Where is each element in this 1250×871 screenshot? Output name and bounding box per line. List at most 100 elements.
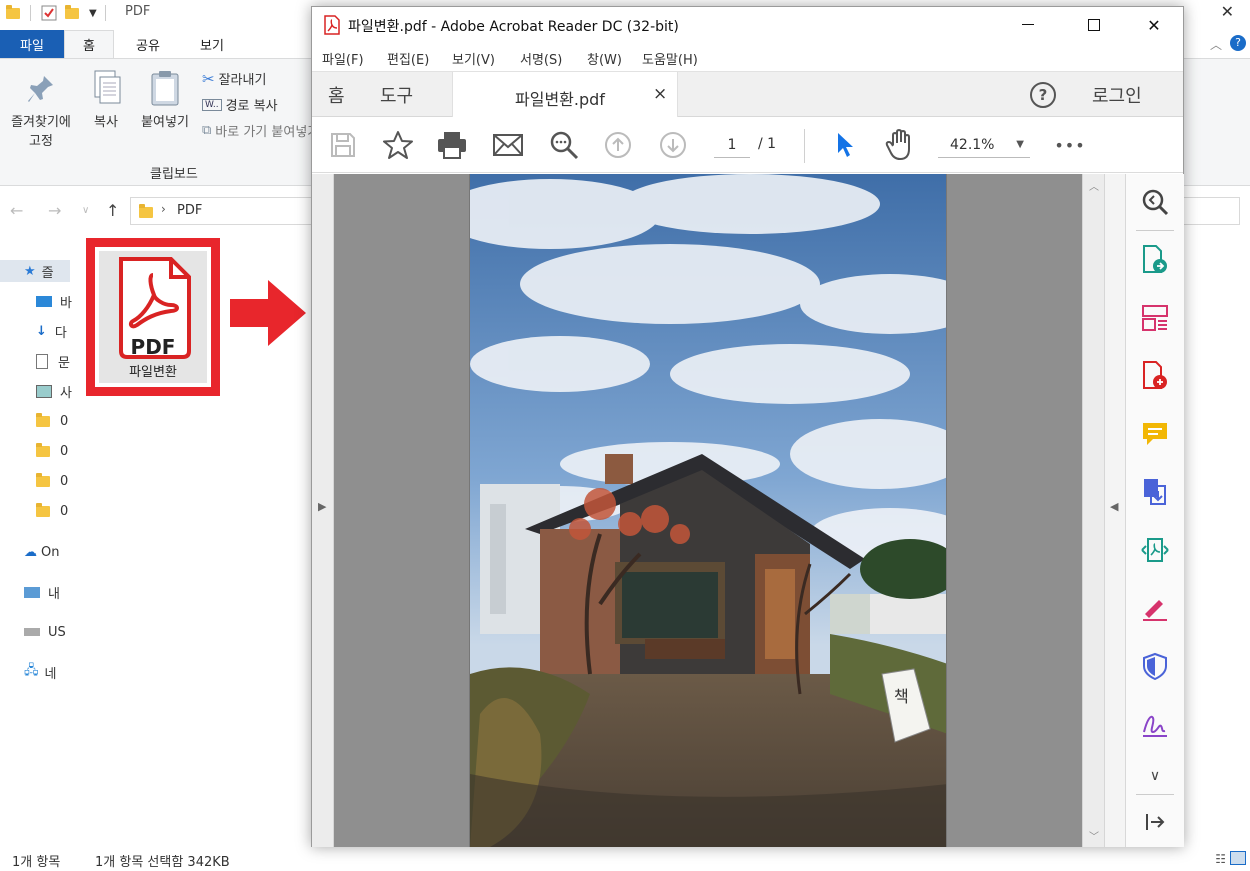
nav-label: 네 — [44, 666, 57, 682]
nav-item-pictures[interactable]: 사 — [36, 380, 72, 402]
zoom-search-icon[interactable] — [1137, 184, 1173, 220]
more-options-icon[interactable]: ••• — [1054, 129, 1086, 161]
pdf-file-item[interactable]: PDF 파일변환 — [99, 251, 207, 383]
cut-button[interactable]: ✂ 잘라내기 — [202, 69, 266, 89]
chevron-down-icon[interactable]: ∨ — [1137, 758, 1173, 794]
create-pdf-icon[interactable] — [1137, 358, 1173, 394]
page-number-input[interactable]: 1 — [714, 132, 750, 158]
request-signature-icon[interactable] — [1137, 706, 1173, 742]
explorer-title: PDF — [125, 4, 151, 19]
copy-path-label: 경로 복사 — [225, 99, 278, 114]
print-icon[interactable] — [436, 129, 468, 161]
tab-home[interactable]: 홈 — [64, 30, 114, 58]
comment-icon[interactable] — [1137, 416, 1173, 452]
breadcrumb[interactable]: PDF — [177, 203, 202, 218]
next-page-icon[interactable] — [657, 129, 689, 161]
nav-item-this-pc[interactable]: 내 — [24, 581, 60, 603]
menu-sign[interactable]: 서명(S) — [520, 49, 562, 68]
help-icon[interactable]: ? — [1230, 35, 1246, 51]
menu-window[interactable]: 창(W) — [587, 49, 622, 68]
quick-access-toolbar: ▼ — [6, 4, 114, 22]
nav-item-folder[interactable]: 0 — [36, 410, 68, 432]
organize-pages-icon[interactable] — [1137, 300, 1173, 336]
left-panel-toggle[interactable]: ▶ — [312, 174, 334, 847]
tab-share[interactable]: 공유 — [120, 30, 176, 58]
maximize-icon[interactable] — [1072, 11, 1116, 39]
email-icon[interactable] — [492, 129, 524, 161]
search-icon[interactable] — [548, 129, 580, 161]
folder-icon — [36, 472, 50, 487]
export-pdf-icon[interactable] — [1137, 242, 1173, 278]
folder-icon — [36, 412, 50, 427]
clipboard-icon — [151, 71, 179, 106]
copy-label: 복사 — [94, 115, 118, 130]
help-icon[interactable]: ? — [1030, 82, 1056, 108]
paste-shortcut-button[interactable]: ⧉ 바로 가기 붙여넣기 — [202, 121, 319, 140]
back-arrow-icon[interactable]: ← — [10, 201, 23, 220]
nav-item-downloads[interactable]: ↓ 다 — [36, 320, 67, 342]
customize-dropdown-icon[interactable]: ▼ — [89, 8, 97, 19]
fill-and-sign-icon[interactable] — [1137, 590, 1173, 626]
tab-view[interactable]: 보기 — [182, 30, 242, 58]
save-icon[interactable] — [327, 129, 359, 161]
scroll-down-icon[interactable]: ﹀ — [1089, 828, 1099, 843]
up-arrow-icon[interactable]: ↑ — [106, 201, 119, 220]
nav-item-quick-access[interactable]: ★ 즐 — [0, 260, 70, 282]
nav-item-network[interactable]: 🖧 네 — [24, 661, 56, 683]
nav-item-folder[interactable]: 0 — [36, 470, 68, 492]
tab-document[interactable]: 파일변환.pdf × — [452, 72, 678, 119]
nav-item-folder[interactable]: 0 — [36, 440, 68, 462]
collapse-right-icon: ◀ — [1110, 500, 1119, 513]
close-icon[interactable]: ✕ — [1132, 11, 1176, 39]
scroll-up-icon[interactable]: ︿ — [1089, 178, 1099, 193]
zoom-dropdown[interactable]: 42.1% ▼ — [938, 132, 1030, 158]
minimize-icon[interactable] — [1006, 11, 1050, 39]
collapse-tools-pane-icon[interactable] — [1137, 804, 1173, 840]
hand-tool-icon[interactable] — [884, 129, 916, 161]
tab-home[interactable]: 홈 — [328, 72, 345, 118]
nav-item-folder[interactable]: 0 — [36, 500, 68, 522]
pin-label-1: 즐겨찾기에 — [11, 115, 71, 130]
details-view-icon[interactable]: ☷ — [1215, 852, 1226, 866]
chevron-up-icon[interactable]: ︿ — [1210, 36, 1222, 53]
properties-icon[interactable] — [41, 5, 57, 21]
nav-label: 즐 — [41, 265, 54, 281]
status-selection: 1개 항목 선택함 342KB — [95, 855, 230, 870]
tab-tools[interactable]: 도구 — [380, 72, 413, 118]
menu-edit[interactable]: 편집(E) — [387, 49, 429, 68]
tab-file[interactable]: 파일 — [0, 30, 64, 58]
right-panel-toggle[interactable]: ◀ — [1104, 174, 1125, 847]
paste-label: 붙여넣기 — [141, 115, 189, 130]
vertical-scrollbar[interactable]: ︿ ﹀ — [1082, 174, 1104, 847]
copy-path-button[interactable]: W.. 경로 복사 — [202, 95, 278, 114]
recent-dropdown-icon[interactable]: ∨ — [82, 205, 89, 216]
menu-help[interactable]: 도움말(H) — [642, 49, 698, 68]
forward-arrow-icon[interactable]: → — [48, 201, 61, 220]
previous-page-icon[interactable] — [602, 129, 634, 161]
nav-item-desktop[interactable]: 바 — [36, 290, 72, 312]
send-for-review-icon[interactable] — [1137, 532, 1173, 568]
select-pointer-icon[interactable] — [830, 129, 862, 161]
menu-view[interactable]: 보기(V) — [452, 49, 495, 68]
pin-to-quick-access-button[interactable]: 즐겨찾기에 고정 — [2, 73, 80, 149]
nav-label: On — [41, 544, 60, 560]
new-folder-icon[interactable] — [65, 4, 79, 19]
acrobat-toolbar: 1 / 1 42.1% ▼ ••• — [312, 117, 1183, 173]
nav-item-onedrive[interactable]: ☁ On — [24, 541, 59, 563]
pin-label-2: 고정 — [29, 134, 53, 149]
paste-button[interactable]: 붙여넣기 — [132, 69, 198, 130]
nav-item-usb[interactable]: US — [24, 621, 66, 643]
page-total: / 1 — [758, 136, 777, 152]
protect-shield-icon[interactable] — [1137, 648, 1173, 684]
combine-files-icon[interactable] — [1137, 474, 1173, 510]
login-button[interactable]: 로그인 — [1092, 72, 1142, 118]
menu-file[interactable]: 파일(F) — [322, 49, 364, 68]
close-icon[interactable]: ✕ — [1221, 2, 1234, 21]
large-icons-view-icon[interactable] — [1230, 851, 1246, 865]
zoom-value: 42.1% — [950, 137, 995, 153]
network-icon: 🖧 — [24, 663, 39, 678]
bookmark-star-icon[interactable] — [382, 129, 414, 161]
nav-item-documents[interactable]: 문 — [36, 350, 70, 372]
copy-button[interactable]: 복사 — [86, 69, 126, 130]
close-tab-icon[interactable]: × — [653, 84, 667, 104]
